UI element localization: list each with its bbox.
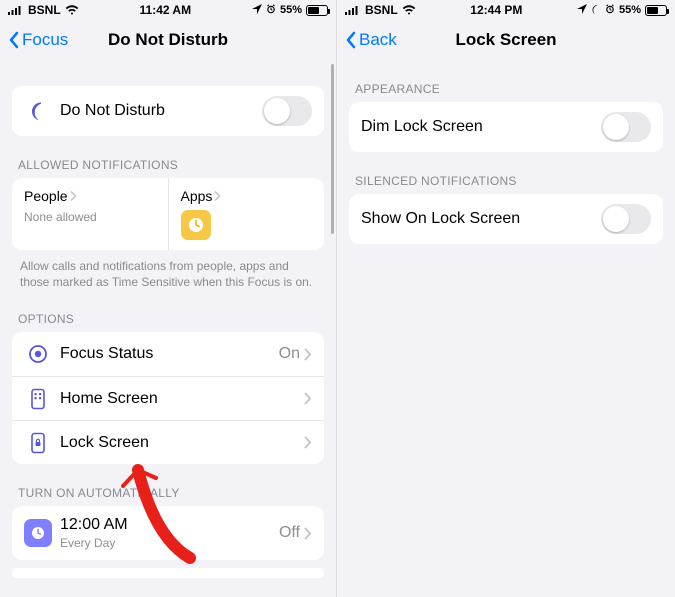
appearance-header: APPEARANCE bbox=[349, 60, 663, 102]
chevron-left-icon bbox=[345, 31, 357, 49]
partial-next-group bbox=[12, 568, 324, 578]
chevron-right-icon bbox=[304, 348, 312, 361]
options-group: Focus Status On Home Screen Lock Screen bbox=[12, 332, 324, 464]
alarm-icon bbox=[605, 4, 615, 17]
back-button[interactable]: Back bbox=[345, 30, 397, 50]
options-header: OPTIONS bbox=[12, 290, 324, 332]
dim-lock-screen-row: Dim Lock Screen bbox=[349, 102, 663, 152]
location-icon bbox=[252, 4, 262, 17]
chevron-left-icon bbox=[8, 31, 20, 49]
back-label: Focus bbox=[22, 30, 68, 50]
auto-schedule-row[interactable]: 12:00 AM Every Day Off bbox=[12, 506, 324, 560]
dim-lock-screen-label: Dim Lock Screen bbox=[361, 118, 601, 136]
dnd-moon-icon bbox=[591, 4, 601, 17]
silenced-header: SILENCED NOTIFICATIONS bbox=[349, 152, 663, 194]
battery-icon bbox=[306, 5, 328, 16]
nav-header: Focus Do Not Disturb bbox=[0, 20, 336, 60]
status-bar: BSNL 11:42 AM 55% bbox=[0, 0, 336, 20]
alarm-icon bbox=[266, 4, 276, 17]
battery-percent: 55% bbox=[280, 4, 302, 16]
show-on-lock-label: Show On Lock Screen bbox=[361, 210, 601, 228]
moon-icon bbox=[24, 100, 52, 122]
auto-repeat: Every Day bbox=[60, 536, 279, 550]
wifi-icon bbox=[402, 5, 416, 15]
phone-left: BSNL 11:42 AM 55% Focus bbox=[0, 0, 337, 597]
chevron-right-icon bbox=[214, 191, 221, 201]
dnd-toggle[interactable] bbox=[262, 96, 312, 126]
allowed-header: ALLOWED NOTIFICATIONS bbox=[12, 136, 324, 178]
auto-group: 12:00 AM Every Day Off bbox=[12, 506, 324, 560]
chevron-right-icon bbox=[304, 527, 312, 540]
chevron-right-icon bbox=[304, 392, 312, 405]
home-screen-label: Home Screen bbox=[60, 390, 304, 408]
dnd-label: Do Not Disturb bbox=[60, 102, 262, 120]
wifi-icon bbox=[65, 5, 79, 15]
focus-status-value: On bbox=[279, 345, 300, 363]
lock-screen-label: Lock Screen bbox=[60, 434, 304, 452]
allowed-footer: Allow calls and notifications from peopl… bbox=[12, 250, 324, 290]
clock-app-icon bbox=[181, 210, 211, 240]
focus-status-icon bbox=[24, 343, 52, 365]
allowed-people-title: People bbox=[24, 188, 68, 204]
allowed-group: People None allowed Apps bbox=[12, 178, 324, 250]
allowed-people[interactable]: People None allowed bbox=[12, 178, 168, 250]
show-on-lock-toggle[interactable] bbox=[601, 204, 651, 234]
dnd-toggle-row: Do Not Disturb bbox=[12, 86, 324, 136]
show-on-lock-row: Show On Lock Screen bbox=[349, 194, 663, 244]
auto-header: TURN ON AUTOMATICALLY bbox=[12, 464, 324, 506]
allowed-apps[interactable]: Apps bbox=[168, 178, 325, 250]
phone-right: BSNL 12:44 PM 55% bbox=[337, 0, 675, 597]
status-time: 12:44 PM bbox=[470, 3, 522, 17]
home-screen-icon bbox=[24, 388, 52, 410]
auto-state: Off bbox=[279, 524, 300, 542]
lock-screen-icon bbox=[24, 432, 52, 454]
chevron-right-icon bbox=[70, 191, 77, 201]
dnd-toggle-group: Do Not Disturb bbox=[12, 86, 324, 136]
status-bar: BSNL 12:44 PM 55% bbox=[337, 0, 675, 20]
battery-percent: 55% bbox=[619, 4, 641, 16]
battery-icon bbox=[645, 5, 667, 16]
auto-time: 12:00 AM bbox=[60, 516, 279, 534]
signal-icon bbox=[345, 5, 361, 15]
location-icon bbox=[577, 4, 587, 17]
silenced-group: Show On Lock Screen bbox=[349, 194, 663, 244]
focus-status-row[interactable]: Focus Status On bbox=[12, 332, 324, 376]
allowed-people-sub: None allowed bbox=[24, 210, 156, 224]
home-screen-row[interactable]: Home Screen bbox=[12, 376, 324, 420]
schedule-clock-icon bbox=[24, 519, 52, 547]
signal-icon bbox=[8, 5, 24, 15]
nav-header: Back Lock Screen bbox=[337, 20, 675, 60]
appearance-group: Dim Lock Screen bbox=[349, 102, 663, 152]
back-label: Back bbox=[359, 30, 397, 50]
carrier-label: BSNL bbox=[28, 3, 61, 17]
lock-screen-row[interactable]: Lock Screen bbox=[12, 420, 324, 464]
dim-lock-screen-toggle[interactable] bbox=[601, 112, 651, 142]
focus-status-label: Focus Status bbox=[60, 345, 279, 363]
carrier-label: BSNL bbox=[365, 3, 398, 17]
status-time: 11:42 AM bbox=[140, 3, 192, 17]
chevron-right-icon bbox=[304, 436, 312, 449]
allowed-apps-title: Apps bbox=[181, 188, 213, 204]
back-button[interactable]: Focus bbox=[8, 30, 68, 50]
